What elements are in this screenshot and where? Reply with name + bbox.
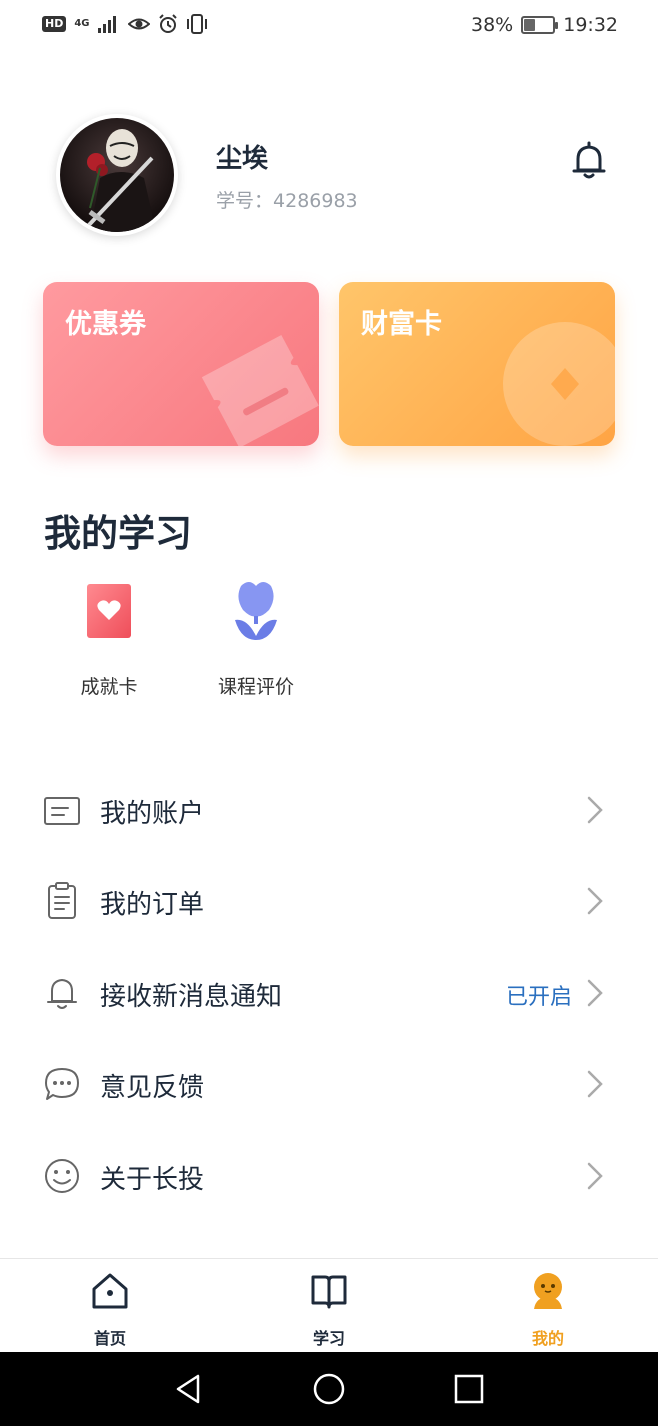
home-icon — [92, 1273, 128, 1309]
achievement-card-label: 成就卡 — [80, 676, 138, 698]
chevron-right-icon — [587, 979, 603, 1007]
course-review-label: 课程评价 — [217, 676, 294, 698]
tab-study[interactable]: 学习 — [279, 1271, 379, 1349]
avatar-image — [60, 118, 174, 232]
heart-card-icon — [79, 580, 139, 642]
student-id-value: 4286983 — [273, 190, 358, 212]
menu-item-feedback[interactable]: 意见反馈 — [0, 1048, 658, 1118]
home-button-icon[interactable] — [312, 1372, 346, 1406]
user-name: 尘埃 — [216, 144, 269, 174]
back-icon[interactable] — [172, 1372, 206, 1406]
coin-icon — [503, 322, 615, 446]
tab-home[interactable]: 首页 — [60, 1271, 160, 1349]
profile-icon — [534, 1273, 562, 1309]
book-icon — [311, 1275, 347, 1309]
account-icon — [44, 797, 80, 825]
tab-study-label: 学习 — [312, 1329, 345, 1348]
wealth-card[interactable]: 财富卡 — [339, 282, 615, 446]
chat-icon — [45, 1068, 79, 1100]
tab-home-label: 首页 — [93, 1329, 126, 1348]
tulip-icon — [226, 580, 286, 642]
order-icon — [48, 882, 76, 919]
menu-item-notifications[interactable]: 接收新消息通知 已开启 — [0, 957, 658, 1027]
eye-icon — [127, 18, 150, 30]
bell-icon — [47, 979, 77, 1009]
chevron-right-icon — [587, 1162, 603, 1190]
system-nav-bar — [0, 1352, 658, 1426]
menu-item-about[interactable]: 关于长投 — [0, 1140, 658, 1210]
hd-badge: HD — [42, 16, 67, 32]
chevron-right-icon — [587, 887, 603, 915]
notification-button[interactable] — [566, 138, 612, 184]
menu-label-orders: 我的订单 — [100, 890, 205, 920]
my-study-title: 我的学习 — [44, 512, 192, 555]
wealth-card-title: 财富卡 — [361, 309, 442, 340]
alarm-icon — [158, 14, 177, 33]
menu-label-feedback: 意见反馈 — [100, 1073, 205, 1103]
status-left: HD 4G — [42, 14, 208, 34]
notification-status: 已开启 — [505, 985, 572, 1010]
bell-icon — [572, 141, 606, 179]
clock: 19:32 — [563, 14, 618, 36]
status-right: 38% 19:32 — [471, 14, 618, 36]
coupon-card[interactable]: 优惠券 — [43, 282, 319, 446]
student-id: 学号：4286983 — [216, 186, 358, 213]
tab-bar: 首页 学习 我的 — [0, 1258, 658, 1352]
course-review-item[interactable]: 课程评价 — [191, 580, 321, 699]
avatar[interactable] — [56, 114, 178, 236]
battery-percent: 38% — [471, 14, 514, 36]
status-bar: HD 4G 38% 19:32 — [0, 0, 658, 56]
recent-apps-icon[interactable] — [452, 1372, 486, 1406]
menu-item-orders[interactable]: 我的订单 — [0, 865, 658, 935]
network-type: 4G — [74, 18, 90, 29]
menu-item-account[interactable]: 我的账户 — [0, 774, 658, 844]
tab-mine-label: 我的 — [531, 1329, 564, 1348]
chevron-right-icon — [587, 1070, 603, 1098]
student-id-label: 学号： — [216, 190, 274, 212]
ticket-icon — [201, 334, 319, 446]
vibrate-icon — [186, 14, 207, 34]
battery-icon — [521, 16, 559, 34]
achievement-card-item[interactable]: 成就卡 — [44, 580, 174, 699]
battery-level — [524, 19, 536, 31]
chevron-right-icon — [587, 796, 603, 824]
coupon-card-title: 优惠券 — [65, 309, 146, 340]
menu-label-account: 我的账户 — [100, 799, 205, 829]
menu-label-notifications: 接收新消息通知 — [100, 982, 283, 1012]
tab-mine[interactable]: 我的 — [498, 1271, 598, 1349]
menu-label-about: 关于长投 — [100, 1165, 205, 1195]
smile-icon — [45, 1159, 79, 1193]
signal-icon — [97, 16, 116, 33]
